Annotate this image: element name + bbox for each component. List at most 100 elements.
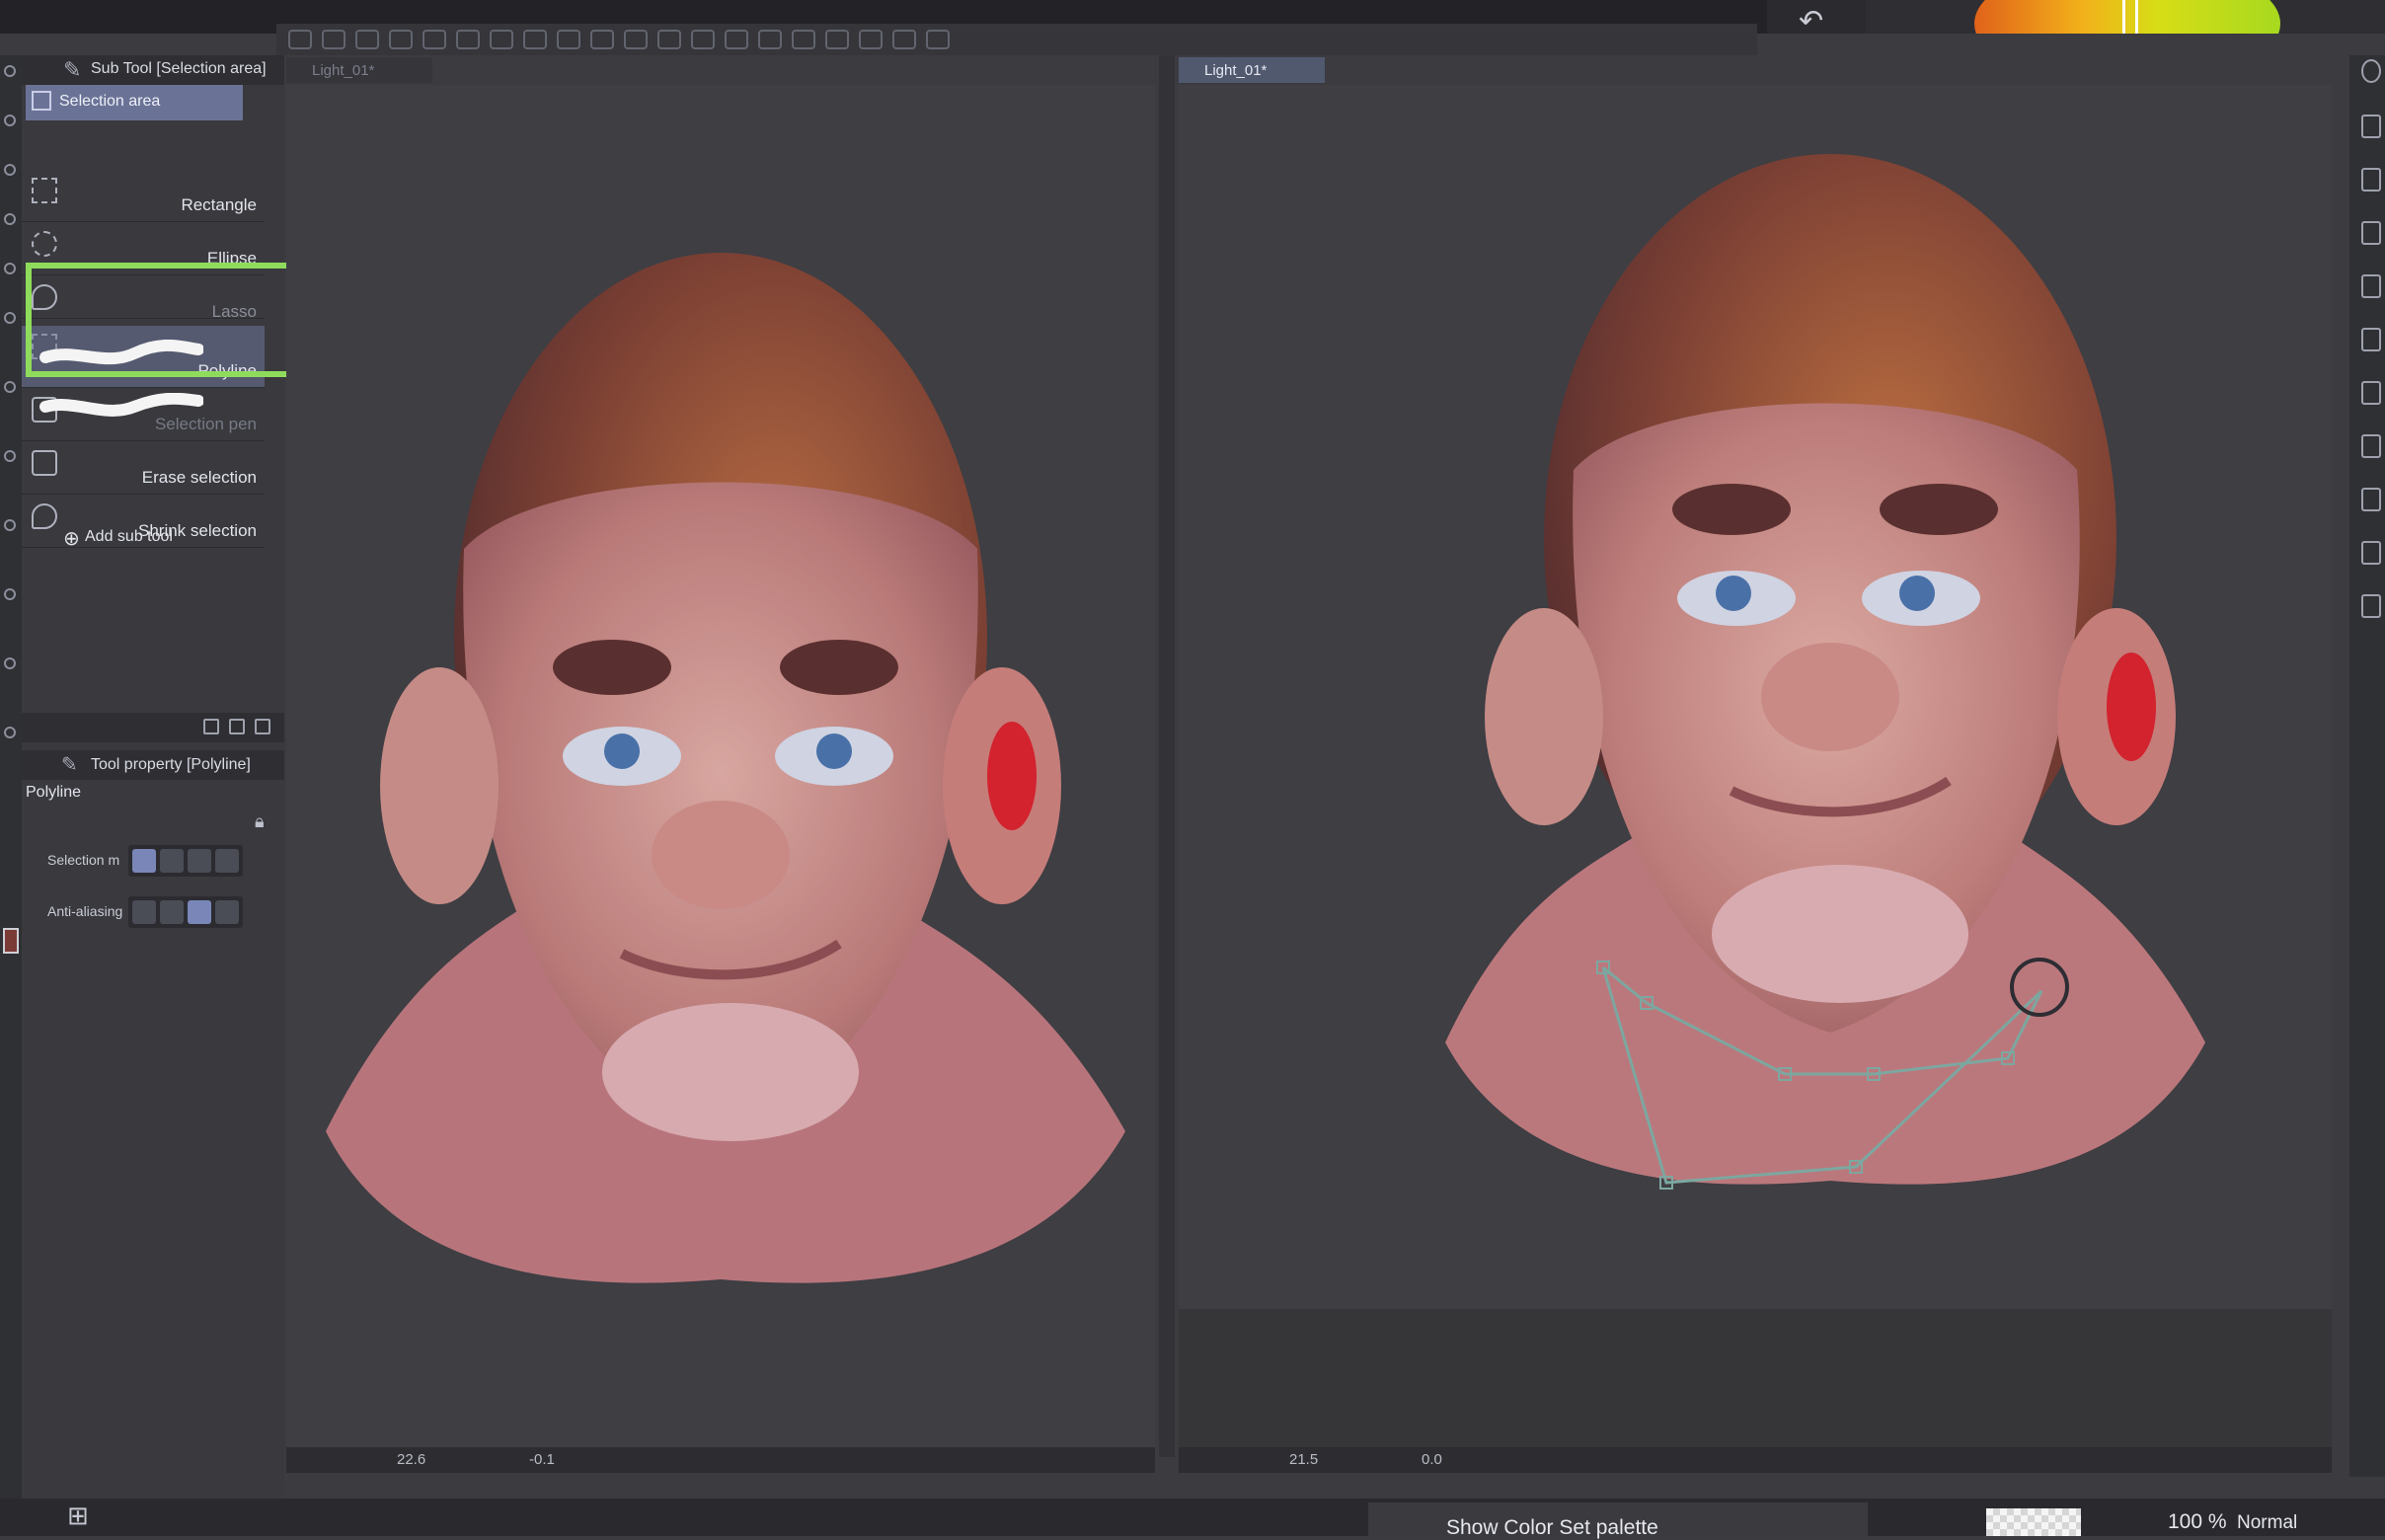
layer-opacity[interactable]: 100 %: [2168, 1510, 2227, 1534]
canvas-right[interactable]: [1179, 85, 2332, 1309]
canvas-left[interactable]: [286, 85, 1155, 1447]
intersect-selection-button[interactable]: [215, 849, 239, 873]
toolbar-button-icon[interactable]: [859, 30, 883, 49]
tool-icon[interactable]: [4, 588, 16, 600]
tool-icon[interactable]: [4, 381, 16, 393]
new-selection-button[interactable]: [132, 849, 156, 873]
toolbar-button-icon[interactable]: [725, 30, 748, 49]
toolbar-button-icon[interactable]: [322, 30, 346, 49]
tool-name: Polyline: [26, 784, 82, 801]
layer-icon[interactable]: [2361, 541, 2381, 565]
show-color-set-palette-button[interactable]: Show Color Set palette: [1446, 1516, 1658, 1540]
anti-alias-strong-button[interactable]: [215, 900, 239, 924]
delete-icon[interactable]: [255, 719, 270, 734]
layer-icon[interactable]: [2361, 115, 2381, 138]
sub-tool-title: Sub Tool [Selection area]: [91, 60, 267, 77]
main-color-swatch[interactable]: [3, 928, 19, 954]
toolbar-button-icon[interactable]: [825, 30, 849, 49]
layer-icon[interactable]: [2361, 168, 2381, 192]
sub-tool-rectangle[interactable]: Rectangle: [22, 170, 265, 222]
character-portrait: [326, 253, 1125, 1283]
copy-sub-tool-icon[interactable]: [203, 719, 219, 734]
layer-icon[interactable]: [2361, 488, 2381, 511]
toolbar-button-icon[interactable]: [523, 30, 547, 49]
sub-tool-erase-selection[interactable]: Erase selection: [22, 442, 265, 495]
tool-icon[interactable]: [4, 164, 16, 176]
anti-aliasing-label: Anti-aliasing: [47, 903, 123, 919]
layer-icon[interactable]: [2361, 434, 2381, 458]
tool-icon[interactable]: [4, 115, 16, 126]
add-sub-tool-button[interactable]: Add sub tool: [85, 528, 173, 546]
tool-icon[interactable]: [4, 657, 16, 669]
toolbar-button-icon[interactable]: [490, 30, 513, 49]
selection-mode-label: Selection m: [47, 852, 120, 868]
toolbar-button-icon[interactable]: [557, 30, 580, 49]
delete-layer-icon[interactable]: [2361, 221, 2381, 245]
right-sidebar: [2349, 55, 2385, 1477]
toolbar-button-icon[interactable]: [691, 30, 715, 49]
panel-toggle-icon[interactable]: ⊞: [67, 1501, 89, 1531]
blend-mode[interactable]: Normal: [2237, 1512, 2297, 1534]
layer-icon[interactable]: [2361, 274, 2381, 298]
shrink-selection-icon: [32, 503, 57, 529]
tab-canvas-right-label: Light_01*: [1204, 62, 1268, 79]
toolbar-button-icon[interactable]: [389, 30, 413, 49]
rotation-value[interactable]: 0.0: [1422, 1451, 1442, 1468]
panel-icon[interactable]: [2361, 59, 2381, 83]
layer-icon[interactable]: [2361, 594, 2381, 618]
rotation-value[interactable]: -0.1: [529, 1451, 555, 1468]
tool-icon[interactable]: [4, 519, 16, 531]
tool-icon[interactable]: [4, 727, 16, 738]
toolbar-button-icon[interactable]: [792, 30, 815, 49]
color-wheel-panel: [1866, 0, 2385, 34]
command-bar: [276, 24, 1757, 55]
tool-property-title: Tool property [Polyline]: [91, 756, 251, 773]
anti-alias-medium-button[interactable]: [188, 900, 211, 924]
rectangle-select-icon: [32, 178, 57, 203]
subtract-selection-button[interactable]: [188, 849, 211, 873]
tool-property-icon: ✎: [61, 754, 78, 776]
zoom-value[interactable]: 21.5: [1289, 1451, 1318, 1468]
toolbar-button-icon[interactable]: [590, 30, 614, 49]
anti-alias-weak-button[interactable]: [160, 900, 184, 924]
character-portrait: [1445, 154, 2205, 1190]
toolbar-button-icon[interactable]: [456, 30, 480, 49]
sub-tool-label: Erase selection: [141, 468, 257, 487]
left-status-bar: 22.6 -0.1: [286, 1447, 1155, 1473]
transparent-swatch[interactable]: [1986, 1508, 2081, 1536]
toolbar-button-icon[interactable]: [624, 30, 648, 49]
layer-icon[interactable]: [2361, 381, 2381, 405]
toolbar-button-icon[interactable]: [423, 30, 446, 49]
tab-selection-area-label: Selection area: [59, 93, 161, 110]
toolbar-button-icon[interactable]: [355, 30, 379, 49]
add-selection-button[interactable]: [160, 849, 184, 873]
tool-icon[interactable]: [4, 213, 16, 225]
toolbar-button-icon[interactable]: [926, 30, 950, 49]
anti-aliasing-group: [128, 896, 243, 928]
split-divider[interactable]: [1159, 55, 1175, 1457]
annotation-scribble: [39, 393, 203, 417]
tool-strip: [0, 55, 22, 1516]
toolbar-button-icon[interactable]: [758, 30, 782, 49]
undo-icon[interactable]: ↶: [1799, 4, 1823, 38]
ellipse-select-icon: [32, 231, 57, 257]
zoom-value[interactable]: 22.6: [397, 1451, 425, 1468]
tool-icon[interactable]: [4, 312, 16, 324]
right-status-bar: 21.5 0.0: [1179, 1447, 2332, 1473]
duplicate-sub-tool-icon[interactable]: [229, 719, 245, 734]
selection-tool-icon: ✎: [63, 57, 82, 82]
sub-tool-footer: [22, 713, 284, 742]
toolbar-button-icon[interactable]: [288, 30, 312, 49]
sub-tool-label: Rectangle: [181, 195, 257, 214]
tool-icon[interactable]: [4, 65, 16, 77]
tool-icon[interactable]: [4, 450, 16, 462]
layer-icon[interactable]: [2361, 328, 2381, 351]
lock-icon[interactable]: 🔒︎: [255, 811, 265, 832]
toolbar-button-icon[interactable]: [657, 30, 681, 49]
tool-icon[interactable]: [4, 263, 16, 274]
selection-mode-group: [128, 845, 243, 877]
hue-marker[interactable]: [2122, 0, 2138, 34]
add-icon: ⊕: [63, 528, 80, 550]
toolbar-button-icon[interactable]: [892, 30, 916, 49]
anti-alias-none-button[interactable]: [132, 900, 156, 924]
